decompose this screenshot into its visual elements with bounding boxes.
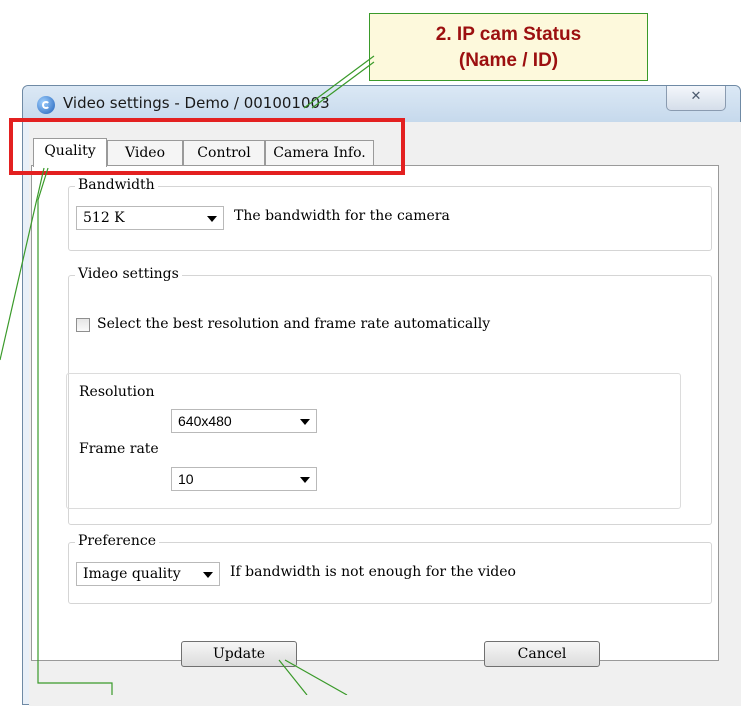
close-icon: ✕	[690, 89, 702, 104]
bandwidth-group-title: Bandwidth	[75, 177, 158, 193]
preference-group: Preference Image quality If bandwidth is…	[68, 533, 712, 604]
frame-rate-value: 10	[178, 471, 194, 487]
cancel-button[interactable]: Cancel	[484, 641, 600, 667]
chevron-down-icon	[300, 477, 310, 483]
preference-select[interactable]: Image quality	[76, 562, 220, 586]
auto-select-label: Select the best resolution and frame rat…	[97, 316, 491, 332]
video-settings-window: Video settings - Demo / 001001003 ✕ Qual…	[22, 85, 741, 706]
bandwidth-select[interactable]: 512 K	[76, 206, 224, 230]
video-settings-group-title: Video settings	[75, 266, 182, 282]
frame-rate-select[interactable]: 10	[171, 467, 317, 491]
update-button[interactable]: Update	[181, 641, 297, 667]
video-settings-group: Video settings Select the best resolutio…	[66, 266, 712, 525]
resolution-label: Resolution	[79, 384, 155, 400]
resolution-framerate-box: Resolution 640x480 Frame rate 10	[66, 373, 681, 509]
preference-description: If bandwidth is not enough for the video	[230, 564, 516, 580]
quality-tab-panel: Bandwidth 512 K The bandwidth for the ca…	[31, 165, 719, 661]
window-title: Video settings - Demo / 001001003	[63, 94, 330, 112]
frame-rate-label: Frame rate	[79, 441, 159, 457]
tabs-highlight-box	[9, 118, 405, 175]
resolution-value: 640x480	[178, 413, 232, 429]
chevron-down-icon	[207, 216, 217, 222]
bandwidth-description: The bandwidth for the camera	[234, 208, 450, 224]
chevron-down-icon	[203, 572, 213, 578]
title-bar[interactable]: Video settings - Demo / 001001003 ✕	[23, 86, 740, 122]
preference-value: Image quality	[83, 566, 181, 582]
bandwidth-group: Bandwidth 512 K The bandwidth for the ca…	[68, 177, 712, 251]
annotation-line-2: (Name / ID)	[458, 50, 559, 71]
app-icon	[37, 96, 55, 114]
annotation-callout: 2. IP cam Status (Name / ID)	[369, 13, 648, 81]
auto-select-checkbox[interactable]	[76, 318, 90, 332]
close-button[interactable]: ✕	[666, 86, 726, 111]
chevron-down-icon	[300, 419, 310, 425]
preference-group-title: Preference	[75, 533, 159, 549]
bandwidth-value: 512 K	[83, 210, 125, 226]
resolution-select[interactable]: 640x480	[171, 409, 317, 433]
annotation-line-1: 2. IP cam Status	[435, 24, 582, 45]
dialog-client: Quality Video Control Camera Info. Bandw…	[29, 122, 741, 706]
